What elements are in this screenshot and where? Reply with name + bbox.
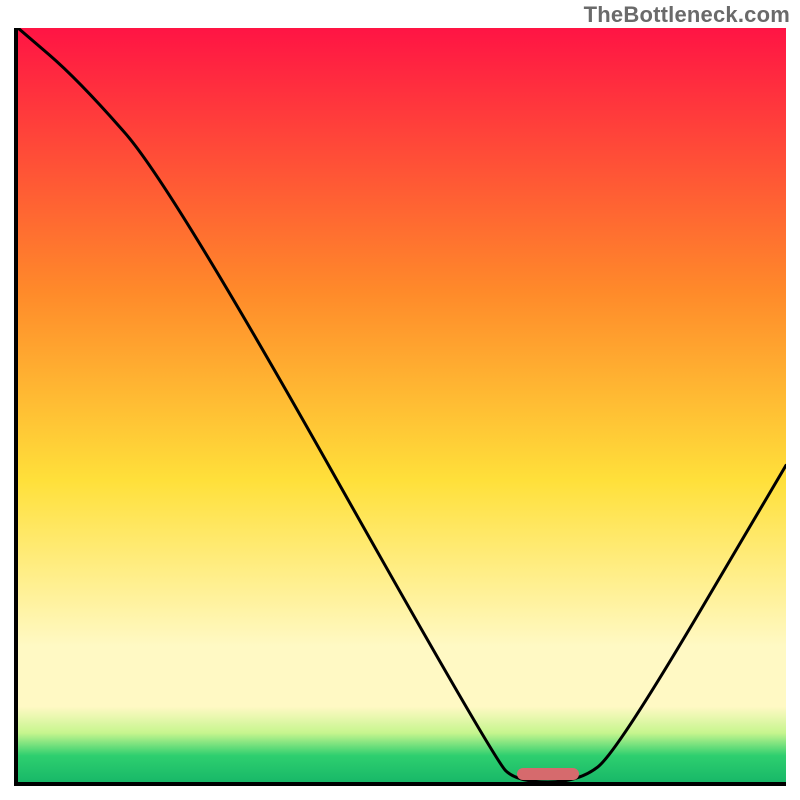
bottleneck-curve	[18, 28, 786, 782]
optimal-marker	[517, 768, 578, 780]
plot-area	[14, 28, 786, 786]
watermark-text: TheBottleneck.com	[584, 2, 790, 28]
chart-container: TheBottleneck.com	[0, 0, 800, 800]
